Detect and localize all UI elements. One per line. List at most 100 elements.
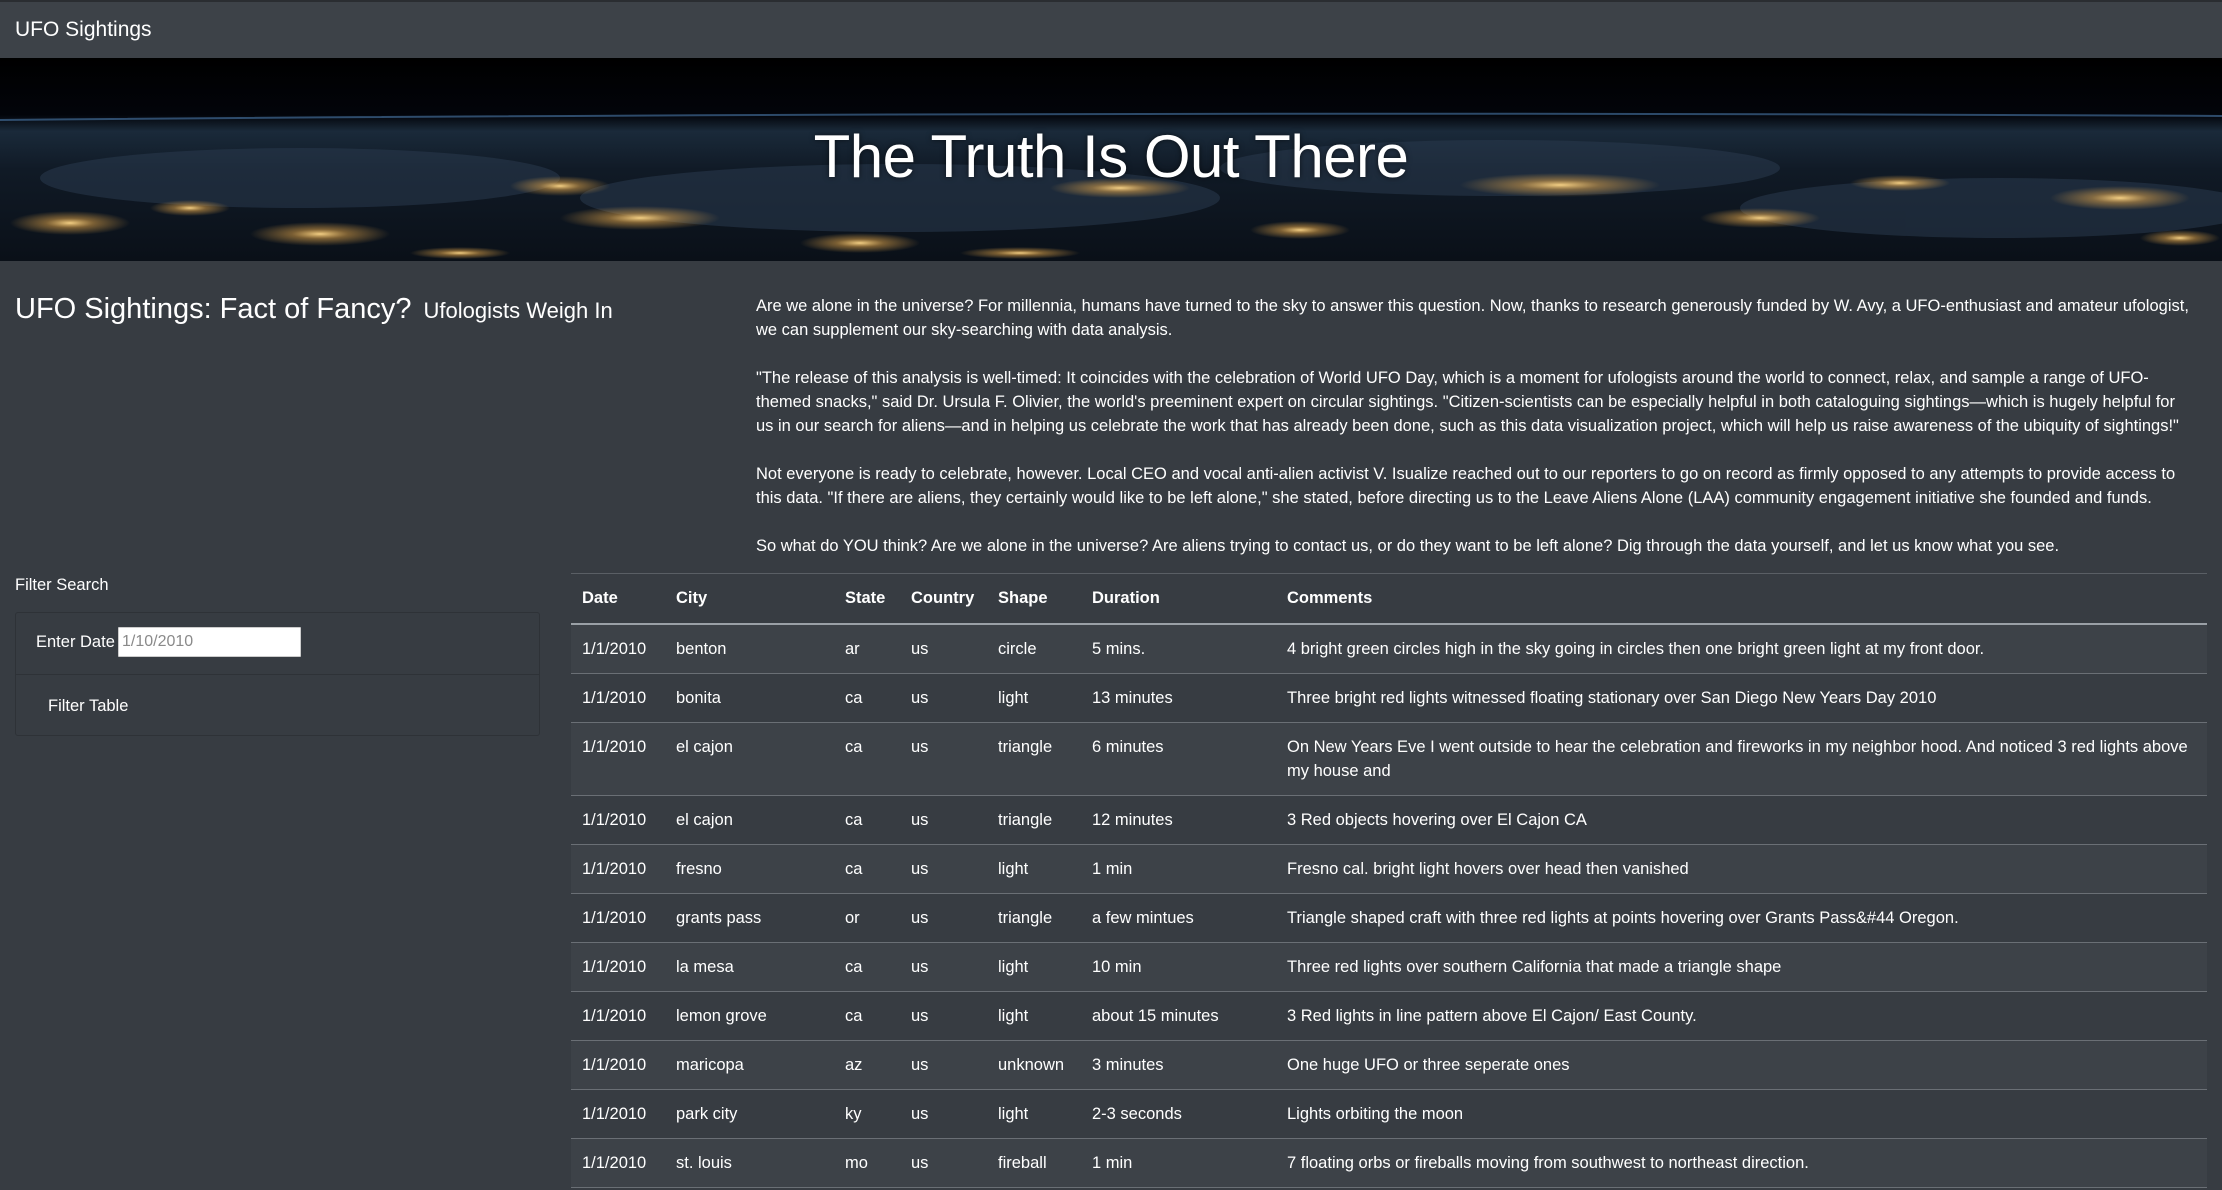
cell-shape: light (987, 942, 1081, 992)
cell-date: 1/1/2010 (571, 942, 665, 992)
column-header-shape: Shape (987, 573, 1081, 625)
cell-comments: 7 floating orbs or fireballs moving from… (1276, 1138, 2207, 1188)
cell-date: 1/1/2010 (571, 795, 665, 845)
cell-country: us (900, 942, 987, 992)
cell-state: ca (834, 673, 900, 723)
cell-city: fresno (665, 844, 834, 894)
cell-duration: 13 minutes (1081, 673, 1276, 723)
cell-duration: 2-3 seconds (1081, 1089, 1276, 1139)
cell-shape: light (987, 991, 1081, 1041)
table-row: 1/1/2010 la mesa ca us light 10 min Three red … (571, 942, 2207, 992)
column-header-city: City (665, 573, 834, 625)
filter-heading: Filter Search (15, 576, 109, 594)
cell-city: bonita (665, 673, 834, 723)
cell-comments: Lights orbiting the moon (1276, 1089, 2207, 1139)
cell-shape: fireball (987, 1138, 1081, 1188)
cell-country: us (900, 1089, 987, 1139)
date-label: Enter Date (36, 633, 115, 651)
table-row: 1/1/2010 grants pass or us triangle a few min… (571, 893, 2207, 943)
cell-comments: 4 bright green circles high in the sky g… (1276, 623, 2207, 674)
cell-date: 1/1/2010 (571, 844, 665, 894)
table-row: 1/1/2010 el cajon ca us triangle 12 minutes 3 … (571, 795, 2207, 845)
cell-duration: about 15 minutes (1081, 991, 1276, 1041)
cell-comments: Three bright red lights witnessed floati… (1276, 673, 2207, 723)
filter-panel: Enter Date Filter Table (15, 612, 540, 736)
cell-shape: triangle (987, 893, 1081, 943)
date-input[interactable] (118, 627, 301, 657)
navbar-brand[interactable]: UFO Sightings (15, 18, 152, 42)
cell-country: us (900, 722, 987, 796)
ufo-table-container: Date City State Country Shape Duration C… (571, 573, 2207, 1188)
article-headline: UFO Sightings: Fact of Fancy? Ufologists… (15, 293, 613, 326)
cell-country: us (900, 1040, 987, 1090)
table-row: 1/1/2010 bonita ca us light 13 minutes Three b… (571, 673, 2207, 723)
cell-city: benton (665, 623, 834, 674)
article-paragraph: Are we alone in the universe? For millen… (756, 297, 2189, 339)
table-row: 1/1/2010 el cajon ca us triangle 6 minutes On … (571, 722, 2207, 796)
column-header-date: Date (571, 573, 665, 625)
cell-state: ky (834, 1089, 900, 1139)
column-header-country: Country (900, 573, 987, 625)
cell-comments: One huge UFO or three seperate ones (1276, 1040, 2207, 1090)
cell-country: us (900, 991, 987, 1041)
cell-city: el cajon (665, 722, 834, 796)
cell-comments: On New Years Eve I went outside to hear … (1276, 722, 2207, 796)
table-row: 1/1/2010 st. louis mo us fireball 1 min 7 floa… (571, 1138, 2207, 1188)
date-filter-row: Enter Date (16, 613, 539, 675)
cell-city: la mesa (665, 942, 834, 992)
cell-state: ca (834, 844, 900, 894)
cell-duration: a few mintues (1081, 893, 1276, 943)
column-header-comments: Comments (1276, 573, 2207, 625)
cell-comments: 3 Red objects hovering over El Cajon CA (1276, 795, 2207, 845)
cell-city: el cajon (665, 795, 834, 845)
table-header-row: Date City State Country Shape Duration C… (571, 573, 2207, 625)
cell-comments: 3 Red lights in line pattern above El Ca… (1276, 991, 2207, 1041)
filter-table-button[interactable]: Filter Table (36, 689, 140, 723)
cell-shape: circle (987, 623, 1081, 674)
cell-date: 1/1/2010 (571, 893, 665, 943)
cell-city: st. louis (665, 1138, 834, 1188)
hero-banner: The Truth Is Out There (0, 58, 2222, 261)
cell-duration: 6 minutes (1081, 722, 1276, 796)
cell-country: us (900, 893, 987, 943)
cell-date: 1/1/2010 (571, 722, 665, 796)
cell-state: ca (834, 991, 900, 1041)
table-row: 1/1/2010 fresno ca us light 1 min Fresno cal. … (571, 844, 2207, 894)
cell-state: ca (834, 722, 900, 796)
cell-duration: 3 minutes (1081, 1040, 1276, 1090)
cell-country: us (900, 623, 987, 674)
column-header-state: State (834, 573, 900, 625)
cell-shape: light (987, 673, 1081, 723)
hero-title: The Truth Is Out There (813, 123, 1409, 190)
article-paragraph: So what do YOU think? Are we alone in th… (756, 537, 2060, 555)
table-body: 1/1/2010 benton ar us circle 5 mins. 4 bright … (571, 623, 2207, 1188)
article-body: Are we alone in the universe? For millen… (756, 294, 2196, 582)
cell-date: 1/1/2010 (571, 1089, 665, 1139)
cell-city: lemon grove (665, 991, 834, 1041)
headline-main: UFO Sightings: Fact of Fancy? (15, 293, 412, 325)
cell-state: az (834, 1040, 900, 1090)
cell-city: park city (665, 1089, 834, 1139)
cell-duration: 1 min (1081, 1138, 1276, 1188)
cell-comments: Fresno cal. bright light hovers over hea… (1276, 844, 2207, 894)
cell-city: grants pass (665, 893, 834, 943)
cell-country: us (900, 673, 987, 723)
cell-duration: 12 minutes (1081, 795, 1276, 845)
table-row: 1/1/2010 benton ar us circle 5 mins. 4 bright … (571, 623, 2207, 674)
table-row: 1/1/2010 maricopa az us unknown 3 minutes One … (571, 1040, 2207, 1090)
table-row: 1/1/2010 park city ky us light 2-3 seconds Lig… (571, 1089, 2207, 1139)
table-row: 1/1/2010 lemon grove ca us light about 15 min… (571, 991, 2207, 1041)
cell-shape: triangle (987, 795, 1081, 845)
article-paragraph: Not everyone is ready to celebrate, howe… (756, 465, 2176, 507)
cell-city: maricopa (665, 1040, 834, 1090)
cell-shape: light (987, 844, 1081, 894)
cell-duration: 10 min (1081, 942, 1276, 992)
cell-date: 1/1/2010 (571, 623, 665, 674)
cell-date: 1/1/2010 (571, 1040, 665, 1090)
cell-state: mo (834, 1138, 900, 1188)
cell-state: ca (834, 795, 900, 845)
cell-state: ca (834, 942, 900, 992)
cell-country: us (900, 1138, 987, 1188)
cell-date: 1/1/2010 (571, 1138, 665, 1188)
cell-state: or (834, 893, 900, 943)
